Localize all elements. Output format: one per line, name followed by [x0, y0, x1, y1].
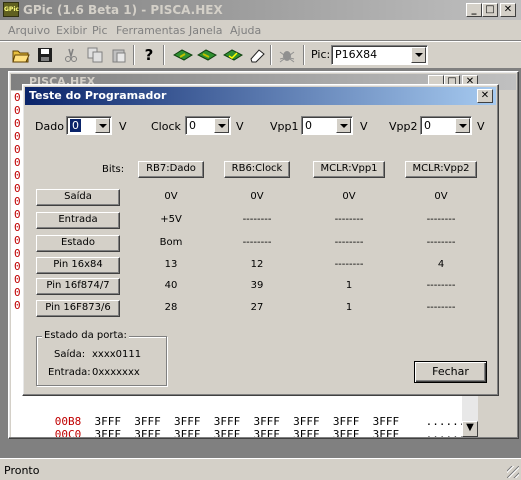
row-pin-16x84-button[interactable]: Pin 16x84 — [36, 257, 120, 274]
minimize-button[interactable]: _ — [466, 3, 482, 17]
menu-bar: Arquivo Exibir Pic Ferramentas Janela Aj… — [0, 20, 521, 40]
pin16f874-rb7: 40 — [164, 280, 178, 291]
port-saida-label: Saída: — [54, 349, 86, 360]
bug-icon[interactable] — [276, 44, 298, 66]
paste-icon[interactable] — [108, 44, 130, 66]
entrada-rb6: -------- — [242, 214, 272, 225]
port-state-group — [36, 336, 167, 386]
hex-row: 00C0 3FFF 3FFF 3FFF 3FFF 3FFF 3FFF 3FFF … — [54, 428, 462, 437]
pin16f873-rb7: 28 — [164, 302, 178, 313]
clock-select[interactable]: 0 — [185, 116, 231, 135]
cut-icon[interactable] — [60, 44, 82, 66]
write-chip-icon[interactable] — [196, 44, 218, 66]
estado-vpp2: -------- — [426, 237, 456, 248]
column-rb7-dado[interactable]: RB7:Dado — [138, 161, 204, 178]
pin16f873-vpp1: 1 — [345, 302, 353, 313]
saida-rb6: 0V — [250, 191, 264, 202]
pin16x84-vpp2: 4 — [437, 259, 445, 270]
row-entrada-button[interactable]: Entrada — [36, 212, 120, 229]
column-rb6-clock[interactable]: RB6:Clock — [224, 161, 290, 178]
erase-icon[interactable] — [246, 44, 268, 66]
pic-select[interactable]: P16X84 — [331, 45, 428, 65]
entrada-vpp1: -------- — [334, 214, 364, 225]
vpp1-label: Vpp1 — [270, 120, 299, 133]
column-mclr-vpp2[interactable]: MCLR:Vpp2 — [405, 161, 477, 178]
toolbar: ? Pic: P16X84 — [0, 42, 521, 68]
status-bar: Pronto — [0, 458, 521, 480]
open-folder-icon[interactable] — [10, 44, 32, 66]
row-pin-16f873-button[interactable]: Pin 16F873/6 — [36, 300, 120, 317]
chevron-down-icon[interactable] — [95, 118, 110, 133]
help-icon[interactable]: ? — [138, 44, 160, 66]
estado-rb7: Bom — [159, 237, 183, 248]
pin16x84-rb6: 12 — [250, 259, 264, 270]
maximize-button[interactable]: □ — [482, 3, 498, 17]
pin16f874-vpp2: -------- — [426, 280, 456, 291]
pin16x84-vpp1: -------- — [334, 259, 364, 270]
scroll-down-button[interactable]: ▼ — [462, 421, 478, 437]
row-estado-button[interactable]: Estado — [36, 235, 120, 252]
resize-grip[interactable] — [507, 466, 519, 478]
vpp2-unit: V — [477, 120, 485, 133]
menu-arquivo[interactable]: Arquivo — [8, 24, 50, 37]
port-entrada-value: 0xxxxxxx — [92, 367, 140, 378]
vpp1-unit: V — [360, 120, 368, 133]
app-icon[interactable]: GPic — [3, 2, 19, 17]
estado-rb6: -------- — [242, 237, 272, 248]
clock-unit: V — [236, 120, 244, 133]
column-mclr-vpp1[interactable]: MCLR:Vpp1 — [313, 161, 385, 178]
window-title: GPic (1.6 Beta 1) - PISCA.HEX — [23, 3, 223, 17]
status-text: Pronto — [4, 464, 40, 477]
save-icon[interactable] — [34, 44, 56, 66]
bits-label: Bits: — [102, 164, 125, 175]
menu-janela[interactable]: Janela — [189, 24, 223, 37]
chevron-down-icon[interactable] — [455, 118, 470, 133]
vpp2-select[interactable]: 0 — [420, 116, 472, 135]
copy-icon[interactable] — [84, 44, 106, 66]
row-saida-button[interactable]: Saída — [36, 189, 120, 206]
port-saida-value: xxxx0111 — [92, 349, 142, 360]
clock-label: Clock — [151, 120, 181, 133]
chevron-down-icon[interactable] — [214, 118, 229, 133]
dado-select[interactable]: 0 — [66, 116, 112, 135]
dialog-titlebar: Teste do Programador ✕ — [25, 87, 496, 105]
chevron-down-icon[interactable] — [336, 118, 351, 133]
pin16f874-vpp1: 1 — [345, 280, 353, 291]
dado-label: Dado — [35, 120, 64, 133]
read-chip-icon[interactable] — [172, 44, 194, 66]
chevron-down-icon[interactable] — [411, 47, 426, 63]
saida-rb7: 0V — [164, 191, 178, 202]
menu-ajuda[interactable]: Ajuda — [230, 24, 261, 37]
menu-ferramentas[interactable]: Ferramentas — [116, 24, 185, 37]
dialog-title: Teste do Programador — [29, 89, 167, 102]
pin16x84-rb7: 13 — [164, 259, 178, 270]
port-state-title: Estado da porta: — [42, 330, 129, 341]
vpp2-label: Vpp2 — [389, 120, 418, 133]
estado-vpp1: -------- — [334, 237, 364, 248]
menu-exibir[interactable]: Exibir — [56, 24, 87, 37]
close-button[interactable]: ✕ — [500, 3, 516, 17]
pin16f874-rb6: 39 — [250, 280, 264, 291]
row-pin-16f874-button[interactable]: Pin 16f874/7 — [36, 278, 120, 295]
port-entrada-label: Entrada: — [48, 367, 91, 378]
pic-label: Pic: — [311, 48, 331, 61]
pin16f873-vpp2: -------- — [426, 302, 456, 313]
dialog-close-button[interactable]: ✕ — [477, 89, 493, 103]
programmer-test-dialog: Teste do Programador ✕ Dado 0 V Clock 0 … — [22, 84, 499, 396]
saida-vpp1: 0V — [342, 191, 356, 202]
close-dialog-button[interactable]: Fechar — [414, 361, 487, 383]
entrada-vpp2: -------- — [426, 214, 456, 225]
entrada-rb7: +5V — [160, 214, 182, 225]
saida-vpp2: 0V — [434, 191, 448, 202]
main-titlebar: GPic GPic (1.6 Beta 1) - PISCA.HEX _ □ ✕ — [0, 0, 521, 20]
verify-chip-icon[interactable] — [222, 44, 244, 66]
vpp1-select[interactable]: 0 — [301, 116, 353, 135]
dado-unit: V — [119, 120, 127, 133]
menu-pic[interactable]: Pic — [92, 24, 108, 37]
pin16f873-rb6: 27 — [250, 302, 264, 313]
